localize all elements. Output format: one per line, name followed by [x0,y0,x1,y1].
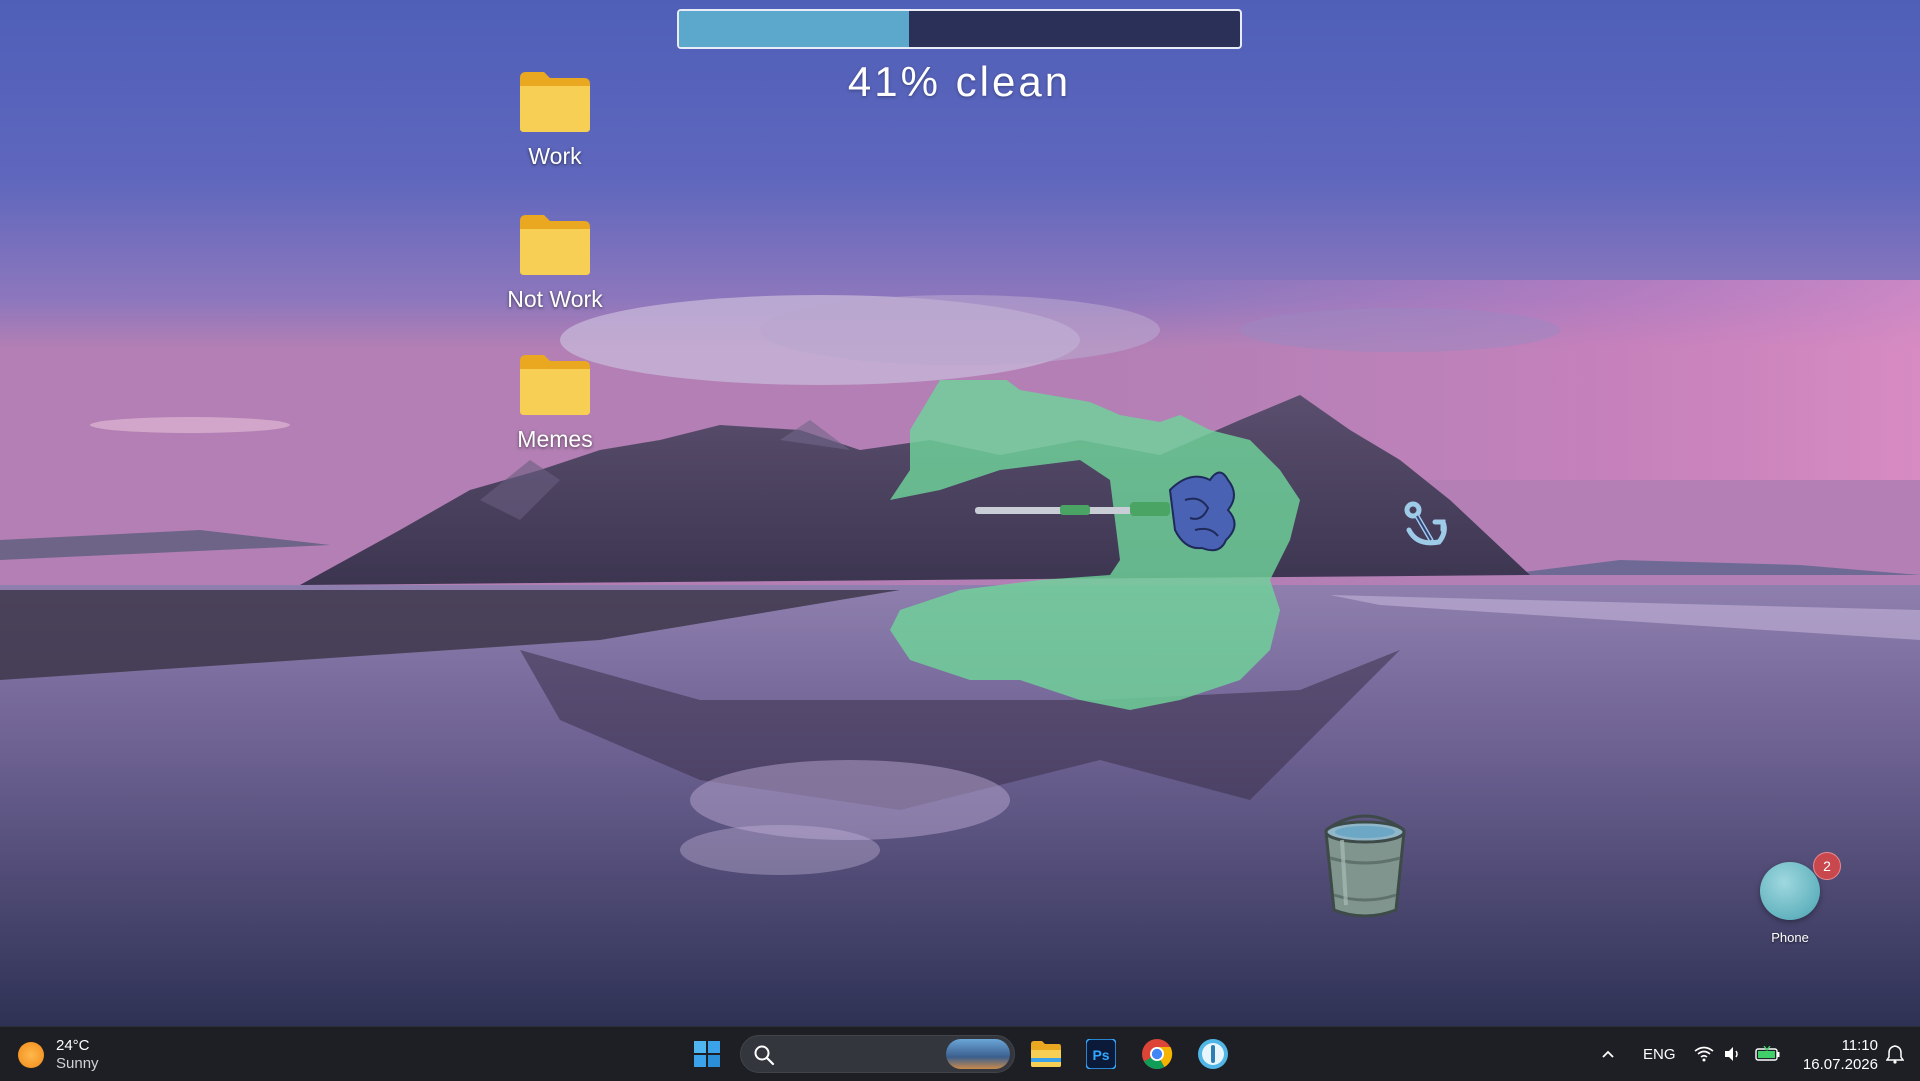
app-button[interactable] [1194,1035,1232,1073]
phone-bubble-icon [1760,862,1820,920]
volume-button[interactable] [1724,1027,1742,1081]
clock[interactable]: 11:10 16.07.2026 [1788,1036,1878,1074]
photoshop-icon: Ps [1086,1039,1116,1069]
app-icon [1198,1039,1228,1069]
notification-badge: 2 [1813,852,1841,880]
photoshop-button[interactable]: Ps [1082,1035,1120,1073]
phone-label: Phone [1771,930,1809,945]
clean-progress-fill [679,11,909,47]
desktop-phone[interactable]: 2 Phone [1750,852,1841,945]
start-button[interactable] [688,1035,726,1073]
taskbar: 24°C Sunny Ps ENG 11:10 16.07.2026 [0,1026,1920,1081]
anchor-icon [1404,501,1447,546]
bell-icon [1886,1045,1904,1064]
folder-icon [520,215,590,275]
clock-date: 16.07.2026 [1802,1056,1878,1073]
taskbar-search[interactable] [740,1035,1015,1073]
speaker-icon [1725,1047,1738,1061]
sun-icon [18,1042,44,1068]
clean-progress-bar [677,9,1242,49]
mop-cursor[interactable] [970,450,1250,570]
desktop-folder-not-work[interactable]: Not Work [490,213,620,313]
chrome-button[interactable] [1138,1035,1176,1073]
wifi-button[interactable] [1694,1027,1714,1081]
chrome-icon [1142,1039,1173,1070]
folder-label: Memes [517,426,593,452]
weather-temp: 24°C [56,1037,90,1054]
folder-label: Work [528,143,582,169]
desktop-folder-work[interactable]: Work [490,70,620,170]
language-indicator[interactable]: ENG [1643,1027,1676,1081]
battery-button[interactable] [1755,1027,1781,1081]
file-explorer-icon [1031,1041,1061,1067]
file-explorer-button[interactable] [1027,1035,1065,1073]
folder-icon [520,72,590,132]
clock-time: 11:10 [1841,1037,1878,1054]
notifications-button[interactable] [1886,1027,1904,1081]
desktop-folder-memes[interactable]: Memes [490,353,620,453]
clean-progress-label: 41% clean [847,58,1072,105]
bucket-icon[interactable] [1320,810,1410,920]
wifi-icon [1694,1046,1714,1062]
windows-start-icon [694,1041,720,1067]
weather-condition: Sunny [56,1055,99,1072]
search-icon [754,1045,775,1066]
tray-chevron[interactable] [1600,1027,1616,1081]
battery-icon [1755,1046,1780,1061]
svg-text:Ps: Ps [1092,1047,1109,1063]
chevron-up-icon [1602,1050,1614,1058]
weather-widget[interactable]: 24°C Sunny [18,1037,99,1073]
search-highlight-image [946,1039,1010,1069]
folder-label: Not Work [507,286,603,312]
folder-icon [520,355,590,415]
